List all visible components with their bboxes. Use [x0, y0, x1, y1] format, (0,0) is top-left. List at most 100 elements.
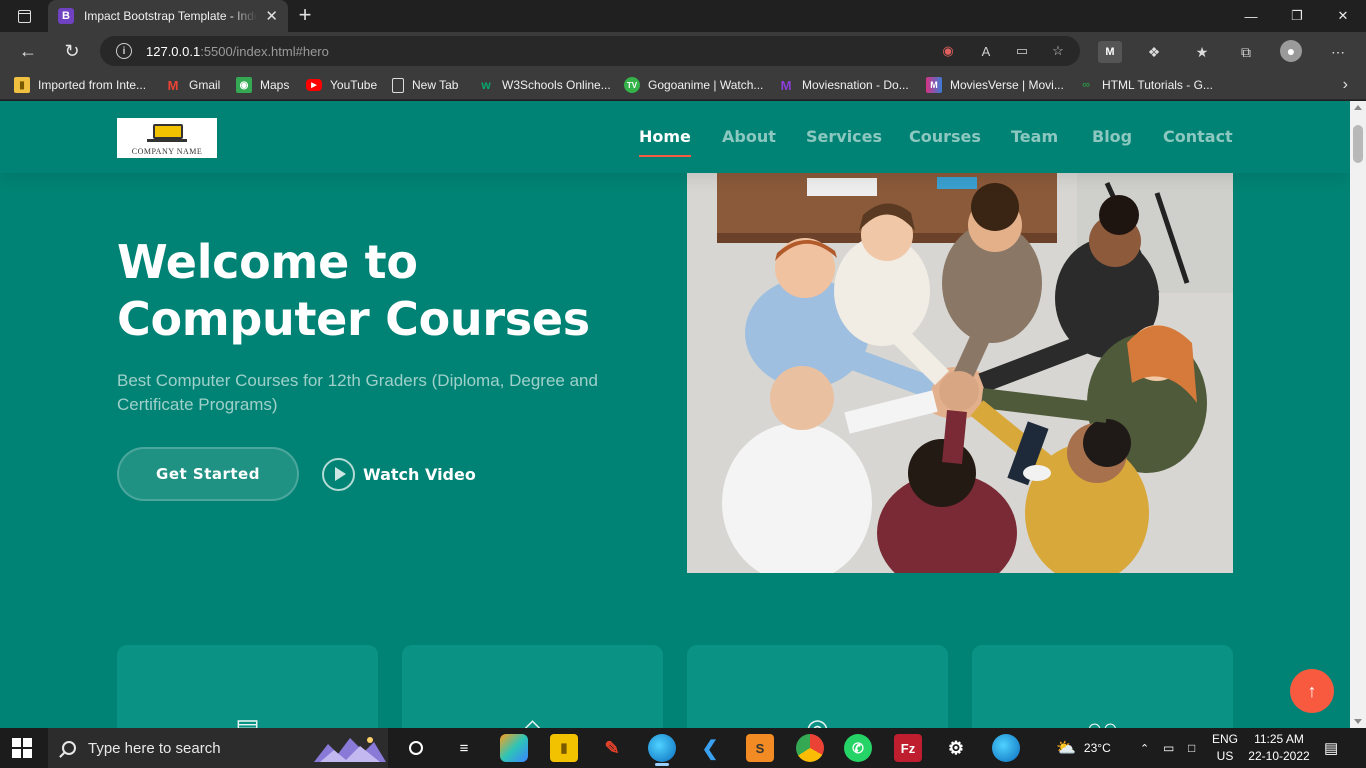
scrollbar-thumb[interactable] — [1353, 125, 1363, 163]
settings-gear-icon[interactable]: ⚙ — [942, 734, 970, 762]
system-clock[interactable]: 11:25 AM 22-10-2022 — [1248, 731, 1310, 765]
collections-icon[interactable]: ⧉ — [1234, 41, 1258, 63]
bookmark-newtab[interactable]: New Tab — [392, 76, 458, 94]
tab-actions-button[interactable] — [8, 5, 40, 27]
hero-title-line1: Welcome to — [117, 235, 418, 289]
tab-close-icon[interactable]: ✕ — [265, 7, 278, 25]
feature-card[interactable]: ○○ — [972, 645, 1233, 728]
task-view-icon[interactable] — [402, 734, 430, 762]
windows-start-icon[interactable] — [12, 738, 32, 758]
notifications-icon[interactable]: ▤ — [1324, 728, 1338, 768]
extensions-puzzle-icon[interactable]: ❖ — [1142, 41, 1166, 63]
language-indicator[interactable]: ENG US — [1210, 731, 1240, 765]
immersive-reader-icon[interactable]: ▭ — [1012, 41, 1032, 61]
nav-services[interactable]: Services — [806, 127, 882, 157]
taskbar-search-box[interactable]: Type here to search — [48, 728, 388, 768]
gem-icon: ◇ — [522, 713, 543, 728]
scroll-to-top-button[interactable]: ↑ — [1290, 669, 1334, 713]
weather-widget[interactable]: ⛅ 23°C — [1056, 728, 1111, 768]
bookmark-w3schools[interactable]: w W3Schools Online... — [478, 76, 611, 94]
maps-icon: ◉ — [236, 77, 252, 93]
maximize-button[interactable]: ❐ — [1274, 0, 1320, 32]
weather-temperature: 23°C — [1083, 741, 1111, 755]
bookmark-gmail[interactable]: M Gmail — [165, 76, 221, 94]
edge-browser-icon-2[interactable] — [992, 734, 1020, 762]
edge-browser-icon[interactable] — [648, 734, 676, 766]
bookmarks-overflow-chevron-icon[interactable]: › — [1343, 76, 1348, 94]
favorites-icon[interactable]: ★ — [1190, 41, 1214, 63]
bookmark-label: YouTube — [330, 78, 378, 92]
bookmark-label: HTML Tutorials - G... — [1102, 78, 1213, 92]
window-close-button[interactable]: ✕ — [1320, 0, 1366, 32]
app-cube-icon[interactable] — [500, 734, 528, 762]
chrome-icon[interactable] — [796, 734, 824, 762]
watch-video-label: Watch Video — [363, 464, 476, 484]
logo-text: COMPANY NAME — [131, 147, 203, 156]
bookmark-gfg[interactable]: ∞ HTML Tutorials - G... — [1078, 76, 1213, 94]
favorite-star-icon[interactable]: ☆ — [1048, 41, 1068, 61]
profile-avatar-icon[interactable]: ● — [1280, 40, 1302, 62]
bookmark-moviesnation[interactable]: M Moviesnation - Do... — [778, 76, 909, 94]
page-scrollbar[interactable] — [1350, 101, 1366, 728]
read-aloud-icon[interactable]: A — [976, 41, 996, 61]
nav-about[interactable]: About — [722, 127, 776, 157]
file-explorer-icon[interactable]: ▮ — [550, 734, 578, 762]
whatsapp-icon[interactable]: ✆ — [844, 734, 872, 762]
tracking-prevention-icon[interactable]: ◉ — [938, 41, 958, 61]
tab-title: Impact Bootstrap Template - Index — [84, 9, 258, 23]
tray-chevron-icon[interactable]: ⌃ — [1140, 728, 1149, 768]
bookmark-label: W3Schools Online... — [502, 78, 611, 92]
search-placeholder: Type here to search — [88, 739, 221, 757]
extension-m-icon[interactable]: M — [1098, 41, 1122, 63]
nav-blog[interactable]: Blog — [1092, 127, 1132, 157]
weather-sun-cloud-icon: ⛅ — [1056, 740, 1076, 757]
browser-tab-active[interactable]: B Impact Bootstrap Template - Index ✕ — [48, 0, 288, 32]
bootstrap-favicon-icon: B — [58, 8, 74, 24]
more-menu-icon[interactable]: ⋯ — [1326, 41, 1350, 63]
bookmark-gogoanime[interactable]: TV Gogoanime | Watch... — [624, 76, 763, 94]
bookmark-maps[interactable]: ◉ Maps — [236, 76, 289, 94]
bookmarks-bar: ▮ Imported from Inte... M Gmail ◉ Maps ▶ You… — [0, 70, 1366, 100]
company-logo[interactable]: COMPANY NAME — [117, 118, 217, 158]
site-info-icon[interactable]: i — [116, 43, 132, 59]
watch-video-button[interactable]: Watch Video — [322, 457, 476, 491]
bookmark-label: MoviesVerse | Movi... — [950, 78, 1064, 92]
new-tab-button[interactable]: + — [292, 3, 318, 29]
bookmark-moviesverse[interactable]: M MoviesVerse | Movi... — [926, 76, 1064, 94]
page-icon — [392, 77, 404, 93]
battery-icon[interactable]: ▭ — [1163, 728, 1174, 768]
feature-card[interactable]: ◇ — [402, 645, 663, 728]
bookmark-imported[interactable]: ▮ Imported from Inte... — [14, 76, 146, 94]
bookmark-label: Moviesnation - Do... — [802, 78, 909, 92]
nav-contact[interactable]: Contact — [1163, 127, 1233, 157]
sublime-text-icon[interactable]: S — [746, 734, 774, 762]
folder-icon: ▮ — [14, 77, 30, 93]
network-icon[interactable]: □ — [1188, 728, 1195, 768]
gogoanime-icon: TV — [624, 77, 640, 93]
widgets-icon[interactable]: ≡ — [450, 734, 478, 762]
scroll-down-arrow-icon[interactable] — [1354, 719, 1362, 724]
clock-date: 22-10-2022 — [1248, 749, 1310, 763]
gmail-icon: M — [167, 77, 179, 93]
bookmark-label: Imported from Inte... — [38, 78, 147, 92]
get-started-button[interactable]: Get Started — [117, 447, 299, 501]
address-bar[interactable]: i 127.0.0.1:5500/index.html#hero — [100, 36, 1080, 66]
hero-title: Welcome to Computer Courses — [117, 234, 657, 348]
reload-button[interactable]: ↻ — [56, 35, 88, 67]
nav-home[interactable]: Home — [639, 127, 691, 157]
tab-actions-icon — [17, 9, 31, 23]
hero-title-line2: Computer Courses — [117, 292, 590, 346]
paint-icon[interactable]: ✎ — [598, 734, 626, 762]
back-button[interactable]: ← — [12, 35, 44, 67]
nav-team[interactable]: Team — [1011, 127, 1058, 157]
vscode-icon[interactable]: ❮ — [696, 734, 724, 762]
w3schools-icon: w — [481, 78, 491, 92]
feature-card[interactable]: ▤ — [117, 645, 378, 728]
nav-courses[interactable]: Courses — [909, 127, 981, 157]
scroll-up-arrow-icon[interactable] — [1354, 105, 1362, 110]
filezilla-icon[interactable]: Fz — [894, 734, 922, 762]
browser-tab-strip: B Impact Bootstrap Template - Index ✕ + … — [0, 0, 1366, 32]
bookmark-youtube[interactable]: ▶ YouTube — [306, 76, 377, 94]
feature-card[interactable]: ◎ — [687, 645, 948, 728]
minimize-button[interactable]: — — [1228, 0, 1274, 32]
